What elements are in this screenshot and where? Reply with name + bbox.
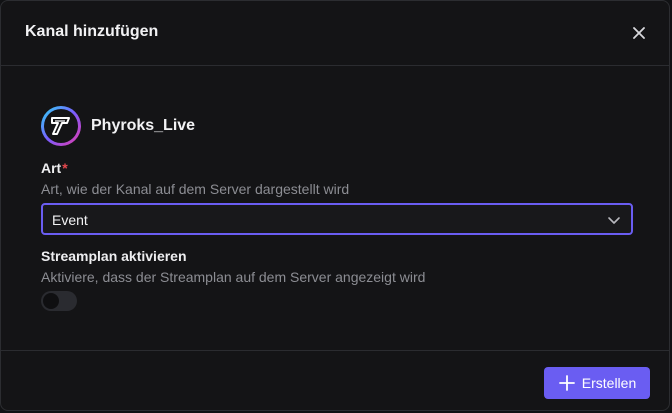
channel-info: Phyroks_Live — [41, 106, 195, 146]
dialog-body: Phyroks_Live Art* Art, wie der Kanal auf… — [1, 66, 669, 351]
chevron-down-icon — [608, 217, 620, 224]
required-marker: * — [62, 160, 68, 176]
streamplan-label: Streamplan aktivieren — [41, 248, 187, 264]
streamplan-description: Aktiviere, dass der Streamplan auf dem S… — [41, 269, 426, 285]
add-channel-dialog: Kanal hinzufügen Phyroks_Live Art* Art, … — [0, 0, 670, 411]
streamplan-toggle[interactable] — [41, 291, 77, 311]
avatar — [41, 106, 81, 146]
channel-name: Phyroks_Live — [91, 117, 196, 134]
art-description: Art, wie der Kanal auf dem Server darges… — [41, 181, 350, 197]
dialog-header: Kanal hinzufügen — [1, 1, 669, 66]
create-label: Erstellen — [581, 375, 637, 391]
art-label: Art* — [41, 160, 68, 176]
dialog-title: Kanal hinzufügen — [25, 23, 159, 40]
create-button[interactable]: Erstellen — [544, 367, 650, 399]
close-button[interactable] — [629, 23, 649, 43]
toggle-knob — [43, 293, 59, 309]
art-select[interactable]: Event — [41, 203, 633, 235]
phyroks-logo-icon — [51, 117, 70, 135]
plus-icon — [558, 375, 575, 391]
art-select-value: Event — [52, 212, 88, 228]
close-icon — [633, 27, 645, 39]
